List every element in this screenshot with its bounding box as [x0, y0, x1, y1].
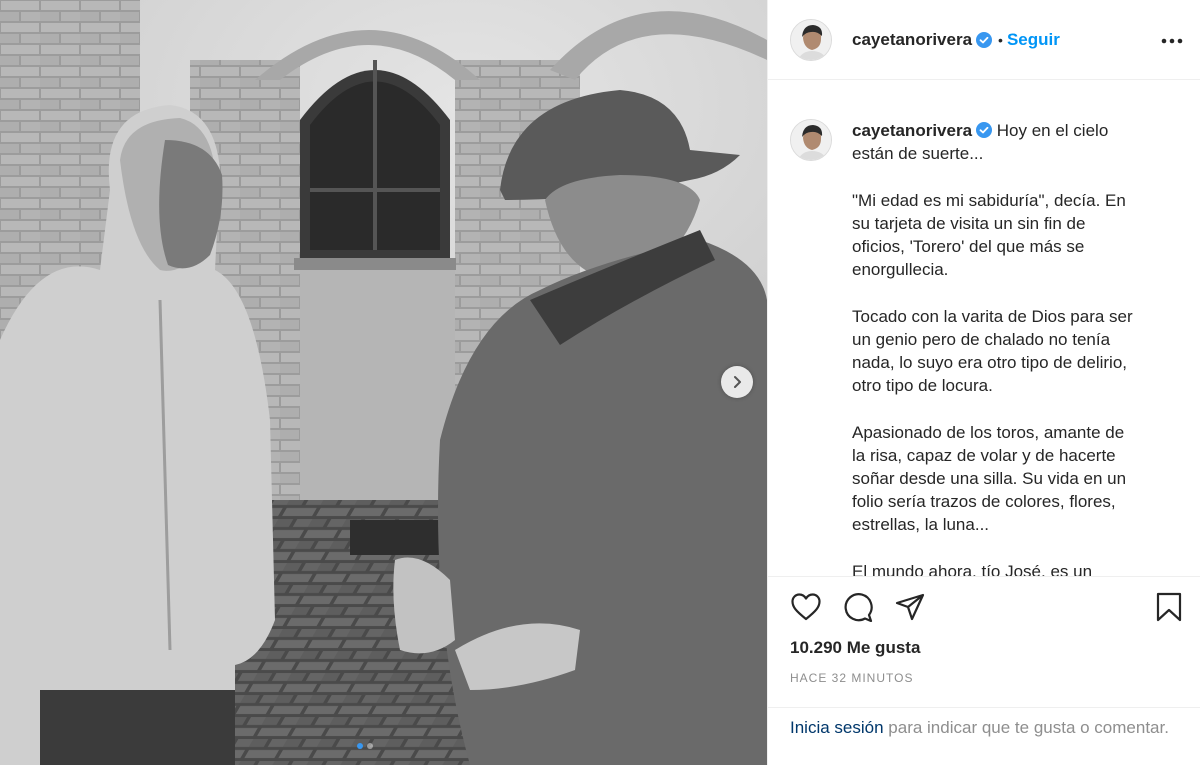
more-options-button[interactable] — [1160, 28, 1184, 52]
post-image — [0, 0, 767, 765]
like-count[interactable]: 10.290 Me gusta — [790, 638, 920, 658]
separator-dot: • — [998, 31, 1003, 48]
heart-icon — [791, 592, 821, 626]
bookmark-icon — [1156, 592, 1182, 627]
share-icon — [895, 593, 925, 626]
caption: cayetanorivera Hoy en el cielo están de … — [852, 119, 1167, 576]
caption-section: cayetanorivera Hoy en el cielo están de … — [768, 81, 1200, 576]
comment-button[interactable] — [842, 592, 874, 627]
carousel-next-button[interactable] — [721, 366, 753, 398]
avatar[interactable] — [790, 18, 832, 61]
login-prompt: Inicia sesión para indicar que te gusta … — [768, 707, 1200, 765]
share-button[interactable] — [894, 593, 926, 625]
carousel-dot — [357, 743, 363, 749]
caption-body: Hoy en el cielo están de suerte... "Mi e… — [852, 121, 1133, 576]
more-options-icon — [1161, 31, 1183, 49]
save-button[interactable] — [1153, 592, 1185, 627]
actions-bar: 10.290 Me gusta HACE 32 MINUTOS Inicia s… — [768, 576, 1200, 765]
post-timestamp[interactable]: HACE 32 MINUTOS — [790, 671, 913, 685]
follow-button[interactable]: Seguir — [1007, 30, 1060, 50]
comment-icon — [843, 592, 873, 627]
action-icons — [790, 592, 926, 627]
post-header: cayetanorivera • Seguir — [768, 0, 1200, 80]
carousel-indicator — [357, 743, 373, 749]
chevron-right-icon — [730, 375, 744, 389]
login-prompt-text: para indicar que te gusta o comentar. — [883, 718, 1169, 737]
post-photo[interactable] — [0, 0, 767, 765]
verified-badge-icon — [976, 122, 993, 138]
avatar[interactable] — [790, 119, 832, 161]
username[interactable]: cayetanorivera — [852, 30, 972, 50]
login-link[interactable]: Inicia sesión — [790, 718, 884, 737]
caption-username[interactable]: cayetanorivera — [852, 121, 972, 140]
carousel-dot — [367, 743, 373, 749]
like-button[interactable] — [790, 592, 822, 626]
verified-badge-icon — [976, 31, 993, 48]
post-side-panel: cayetanorivera • Seguir cayetanorivera H… — [767, 0, 1200, 765]
